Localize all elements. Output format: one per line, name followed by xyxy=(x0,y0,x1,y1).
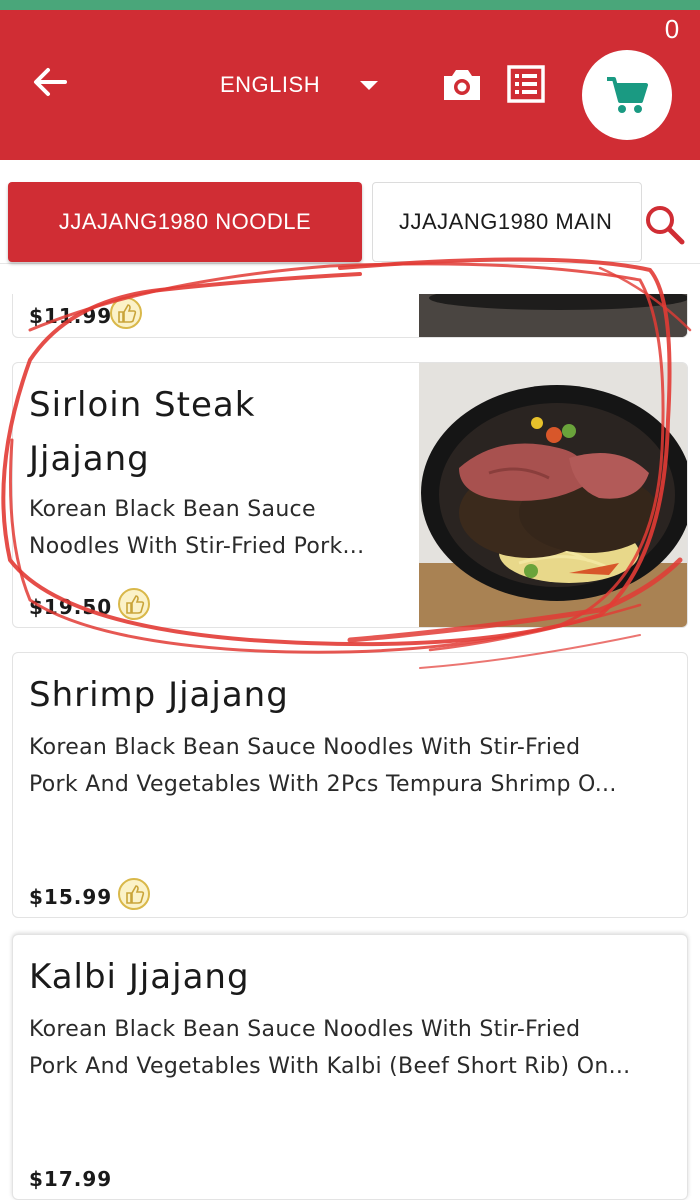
item-name: Kalbi Jjajang xyxy=(29,957,250,997)
item-description: Pork And Vegetables With Kalbi (Beef Sho… xyxy=(29,1054,631,1079)
item-name: Shrimp Jjajang xyxy=(29,675,289,715)
order-list-button[interactable] xyxy=(506,64,546,104)
category-tabs: JJAJANG1980 NOODLE JJAJANG1980 MAIN xyxy=(0,160,700,264)
item-name: Sirloin Steak xyxy=(29,385,256,425)
back-button[interactable] xyxy=(28,60,72,104)
caret-down-icon xyxy=(360,81,378,90)
menu-item-card[interactable]: Shrimp Jjajang Korean Black Bean Sauce N… xyxy=(12,652,688,918)
item-description: Noodles With Stir-Fried Pork... xyxy=(29,534,365,559)
thumbs-up-icon xyxy=(110,297,142,329)
menu-item-card[interactable]: Kalbi Jjajang Korean Black Bean Sauce No… xyxy=(12,934,688,1200)
item-name: Jjajang xyxy=(29,439,150,479)
search-icon xyxy=(646,206,685,245)
item-description: Korean Black Bean Sauce xyxy=(29,497,316,522)
cart-icon xyxy=(607,77,648,113)
thumbs-up-icon xyxy=(118,878,150,910)
tab-main[interactable]: JJAJANG1980 MAIN xyxy=(372,182,642,262)
cart-button[interactable] xyxy=(582,50,672,140)
cart-count-badge: 0 xyxy=(664,14,680,44)
item-description: Korean Black Bean Sauce Noodles With Sti… xyxy=(29,735,581,760)
item-description: Pork And Vegetables With 2Pcs Tempura Sh… xyxy=(29,772,617,797)
item-price: $11.99 xyxy=(29,304,113,328)
item-price: $17.99 xyxy=(29,1167,113,1191)
back-arrow-icon xyxy=(34,68,67,96)
language-dropdown-toggle[interactable] xyxy=(356,76,382,96)
list-icon xyxy=(507,65,545,103)
menu-item-card[interactable]: $11.99 xyxy=(12,294,688,338)
app-header: ENGLISH xyxy=(0,10,700,160)
item-price: $15.99 xyxy=(29,885,113,909)
menu-item-card[interactable]: Sirloin Steak Jjajang Korean Black Bean … xyxy=(12,362,688,628)
search-button[interactable] xyxy=(642,202,686,246)
camera-button[interactable] xyxy=(440,64,484,104)
item-description: Korean Black Bean Sauce Noodles With Sti… xyxy=(29,1017,581,1042)
camera-icon xyxy=(444,70,480,100)
item-price: $19.50 xyxy=(29,595,113,619)
language-selector[interactable]: ENGLISH xyxy=(220,68,320,102)
tab-noodle[interactable]: JJAJANG1980 NOODLE xyxy=(8,182,362,262)
status-strip xyxy=(0,0,700,10)
thumbs-up-icon xyxy=(118,588,150,620)
item-photo xyxy=(419,294,687,337)
item-photo xyxy=(419,363,687,627)
